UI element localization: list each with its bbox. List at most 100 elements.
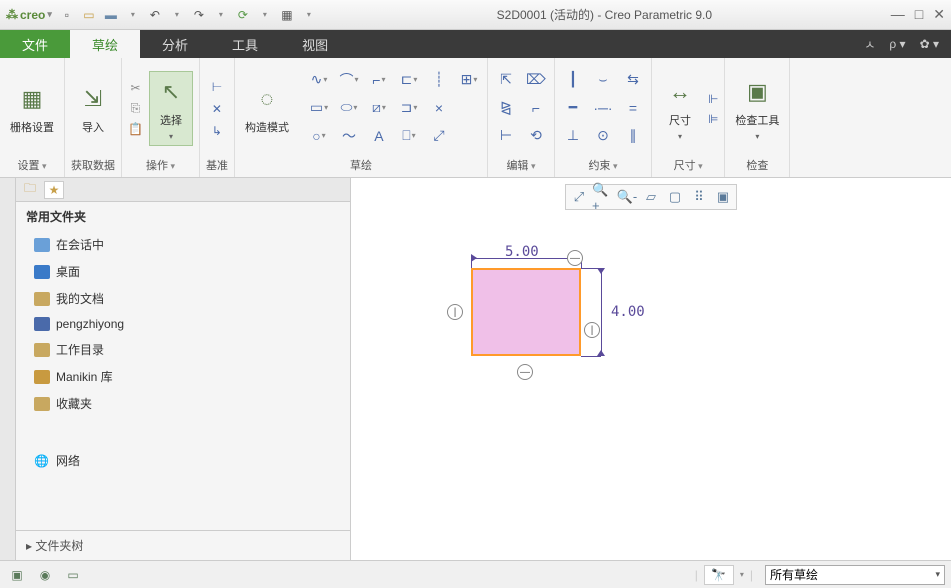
centerline2-icon[interactable]: ┊: [427, 68, 451, 92]
coincident-icon[interactable]: ⊙: [591, 124, 615, 148]
sidebar-item-2[interactable]: 我的文档: [16, 285, 350, 312]
group-label-dim[interactable]: 尺寸: [674, 155, 703, 175]
folder-tree-toggle[interactable]: ▸ 文件夹树: [16, 530, 350, 560]
tab-analysis[interactable]: 分析: [140, 30, 210, 58]
sidebar-item-network[interactable]: 🌐网络: [16, 447, 350, 474]
repaint-icon[interactable]: ▱: [640, 187, 662, 207]
group-label-constrain[interactable]: 约束: [588, 155, 617, 175]
sidebar-item-4[interactable]: 工作目录: [16, 336, 350, 363]
command-search-icon[interactable]: ρ ▾: [889, 37, 905, 51]
point-icon[interactable]: ✕: [212, 102, 222, 116]
undo-icon[interactable]: ↶: [146, 6, 164, 24]
corner-icon[interactable]: ⌐: [524, 96, 548, 120]
regen-icon[interactable]: ⟳: [234, 6, 252, 24]
line-icon[interactable]: ∿: [307, 68, 331, 92]
divide-icon[interactable]: ⊢: [494, 124, 518, 148]
inspect-button[interactable]: ▣检查工具▾: [731, 72, 783, 145]
perp-icon[interactable]: ⊥: [561, 124, 585, 148]
baseline-icon[interactable]: ⊩: [708, 92, 718, 106]
parallel-icon[interactable]: ∥: [621, 124, 645, 148]
settings-icon[interactable]: ✿ ▾: [920, 37, 939, 51]
zoom-in-icon[interactable]: 🔍+: [592, 187, 614, 207]
dim-height-text[interactable]: 4.00: [611, 304, 645, 320]
circle-icon[interactable]: ○: [307, 124, 331, 148]
find-icon[interactable]: 🔭: [704, 565, 734, 585]
graphics-canvas[interactable]: ⤢ 🔍+ 🔍- ▱ ▢ ⠿ ▣ 5.00 4.00 | |: [351, 178, 951, 560]
point2-icon[interactable]: ×: [427, 96, 451, 120]
windows-icon[interactable]: ▦: [278, 6, 296, 24]
coord-icon[interactable]: ↳: [212, 124, 222, 138]
delete-seg-icon[interactable]: ⌦: [524, 68, 548, 92]
maximize-icon[interactable]: □: [915, 6, 923, 23]
arc-icon[interactable]: ⌒: [337, 68, 361, 92]
close-icon[interactable]: ✕: [933, 6, 945, 23]
collapse-ribbon-icon[interactable]: ㅅ: [864, 36, 875, 53]
zoom-out-icon[interactable]: 🔍-: [616, 187, 638, 207]
midpoint-icon[interactable]: ·─·: [591, 96, 615, 120]
project-icon[interactable]: ⎕: [397, 124, 421, 148]
vertical-icon[interactable]: ┃: [561, 68, 585, 92]
datum-display-icon[interactable]: ⠿: [688, 187, 710, 207]
chamfer-icon[interactable]: ⧄: [367, 96, 391, 120]
win-dd[interactable]: ▾: [300, 6, 318, 24]
ref-dim-icon[interactable]: ⊫: [708, 112, 718, 126]
sb-icon-3[interactable]: ▭: [62, 565, 84, 585]
select-button[interactable]: ↖选择▾: [149, 71, 193, 146]
symmetric-icon[interactable]: ⇆: [621, 68, 645, 92]
sb-icon-2[interactable]: ◉: [34, 565, 56, 585]
ellipse-icon[interactable]: ⬭: [337, 96, 361, 120]
tab-view[interactable]: 视图: [280, 30, 350, 58]
tab-file[interactable]: 文件: [0, 30, 70, 58]
constraint-horizontal-bottom[interactable]: —: [517, 364, 533, 380]
folder-tab-icon[interactable]: 🗀: [20, 181, 40, 199]
import-button[interactable]: ⇲导入: [71, 79, 115, 139]
constraint-horizontal-top[interactable]: —: [567, 250, 583, 266]
left-rail[interactable]: [0, 178, 16, 560]
cut-icon[interactable]: ✂: [130, 81, 140, 95]
paste-icon[interactable]: 📋: [128, 122, 143, 136]
coord2-icon[interactable]: ⤢: [427, 124, 451, 148]
palette-icon[interactable]: ⊞: [457, 68, 481, 92]
rotate-icon[interactable]: ⟲: [524, 124, 548, 148]
refit-icon[interactable]: ⤢: [568, 187, 590, 207]
spline-icon[interactable]: 〜: [337, 124, 361, 148]
sidebar-item-6[interactable]: 收藏夹: [16, 390, 350, 417]
save-dd[interactable]: ▾: [124, 6, 142, 24]
tangent-icon[interactable]: ⌣: [591, 68, 615, 92]
open-icon[interactable]: ▭: [80, 6, 98, 24]
sidebar-item-1[interactable]: 桌面: [16, 258, 350, 285]
undo-dd[interactable]: ▾: [168, 6, 186, 24]
grid-settings-button[interactable]: ▦栅格设置: [6, 79, 58, 139]
minimize-icon[interactable]: —: [891, 6, 905, 23]
regen-dd[interactable]: ▾: [256, 6, 274, 24]
dimension-button[interactable]: ↔尺寸▾: [658, 72, 702, 145]
display-style-icon[interactable]: ▢: [664, 187, 686, 207]
thicken-icon[interactable]: ⊐: [397, 96, 421, 120]
redo-dd[interactable]: ▾: [212, 6, 230, 24]
trim-icon[interactable]: ⇱: [494, 68, 518, 92]
find-dd[interactable]: ▾: [740, 570, 744, 579]
sb-icon-1[interactable]: ▣: [6, 565, 28, 585]
group-label-edit[interactable]: 编辑: [506, 155, 535, 175]
constraint-vertical-left[interactable]: |: [447, 304, 463, 320]
tab-sketch[interactable]: 草绘: [70, 30, 140, 58]
save-icon[interactable]: ▬: [102, 6, 120, 24]
sidebar-item-5[interactable]: Manikin 库: [16, 363, 350, 390]
redo-icon[interactable]: ↷: [190, 6, 208, 24]
group-label-ops[interactable]: 操作: [146, 155, 175, 175]
text-icon[interactable]: A: [367, 124, 391, 148]
mirror-icon[interactable]: ⧎: [494, 96, 518, 120]
sketch-rectangle[interactable]: [471, 268, 581, 356]
constraint-vertical-right[interactable]: |: [584, 322, 600, 338]
annotate-display-icon[interactable]: ▣: [712, 187, 734, 207]
equal-icon[interactable]: =: [621, 96, 645, 120]
construction-mode-button[interactable]: ◌构造模式: [241, 79, 293, 139]
sidebar-item-0[interactable]: 在会话中: [16, 231, 350, 258]
new-icon[interactable]: ▫: [58, 6, 76, 24]
sidebar-item-3[interactable]: pengzhiyong: [16, 312, 350, 336]
tab-tools[interactable]: 工具: [210, 30, 280, 58]
group-label-setup[interactable]: 设置: [17, 155, 46, 175]
copy-icon[interactable]: ⎘: [131, 101, 141, 116]
offset-icon[interactable]: ⊏: [397, 68, 421, 92]
selection-filter-combo[interactable]: 所有草绘▾: [765, 565, 945, 585]
